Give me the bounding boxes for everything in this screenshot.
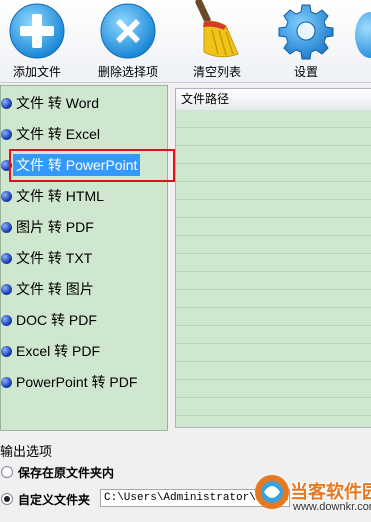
output-options-title: 输出选项	[0, 444, 53, 459]
add-file-button[interactable]: 添加文件	[4, 0, 70, 79]
conversion-item-label: Excel 转 PDF	[16, 343, 101, 359]
conversion-item-label: 文件 转 HTML	[16, 188, 104, 204]
file-path-column-header[interactable]: 文件路径	[176, 89, 371, 111]
bullet-icon	[1, 222, 12, 233]
conversion-item-label: 文件 转 Word	[16, 95, 99, 111]
conversion-item-label: 图片 转 PDF	[16, 219, 94, 235]
bullet-icon	[1, 377, 12, 388]
conversion-item-label: 文件 转 Excel	[16, 126, 101, 142]
watermark-logo-icon	[255, 475, 289, 509]
plus-icon	[9, 3, 65, 59]
bullet-icon	[1, 98, 12, 109]
file-list[interactable]: 文件路径	[175, 88, 371, 428]
highlight-box	[9, 149, 175, 182]
conversion-item-label: DOC 转 PDF	[16, 312, 97, 328]
bullet-icon	[1, 191, 12, 202]
clear-list-label: 清空列表	[192, 65, 241, 79]
conversion-item-label: 文件 转 图片	[16, 281, 94, 297]
custom-folder-radio[interactable]	[1, 493, 13, 505]
settings-label: 设置	[293, 65, 318, 79]
add-file-label: 添加文件	[12, 65, 61, 79]
bullet-icon	[1, 284, 12, 295]
broom-icon	[195, 0, 239, 58]
bullet-icon	[1, 253, 12, 264]
watermark-url: www.downkr.com	[293, 501, 371, 513]
close-icon	[100, 3, 156, 59]
conversion-item-label: 文件 转 TXT	[16, 250, 93, 266]
custom-folder-label[interactable]: 自定义文件夹	[18, 491, 90, 508]
toolbar: 添加文件 删除选择项 清空列表 设置	[0, 0, 371, 83]
save-original-label[interactable]: 保存在原文件夹内	[18, 464, 114, 481]
clear-list-button[interactable]: 清空列表	[186, 0, 248, 79]
watermark-logo: 当客软件园 www.downkr.com	[253, 464, 371, 522]
delete-selected-button[interactable]: 删除选择项	[92, 0, 164, 79]
conversion-item-label: PowerPoint 转 PDF	[16, 374, 138, 390]
save-original-radio[interactable]	[1, 466, 13, 478]
bullet-icon	[1, 315, 12, 326]
delete-selected-label: 删除选择项	[97, 65, 158, 79]
bullet-icon	[1, 129, 12, 140]
gear-icon	[278, 4, 334, 60]
bullet-icon	[1, 346, 12, 357]
settings-button[interactable]: 设置	[276, 0, 336, 79]
partial-toolbar-icon[interactable]	[355, 12, 371, 58]
file-list-rows[interactable]	[176, 110, 371, 427]
